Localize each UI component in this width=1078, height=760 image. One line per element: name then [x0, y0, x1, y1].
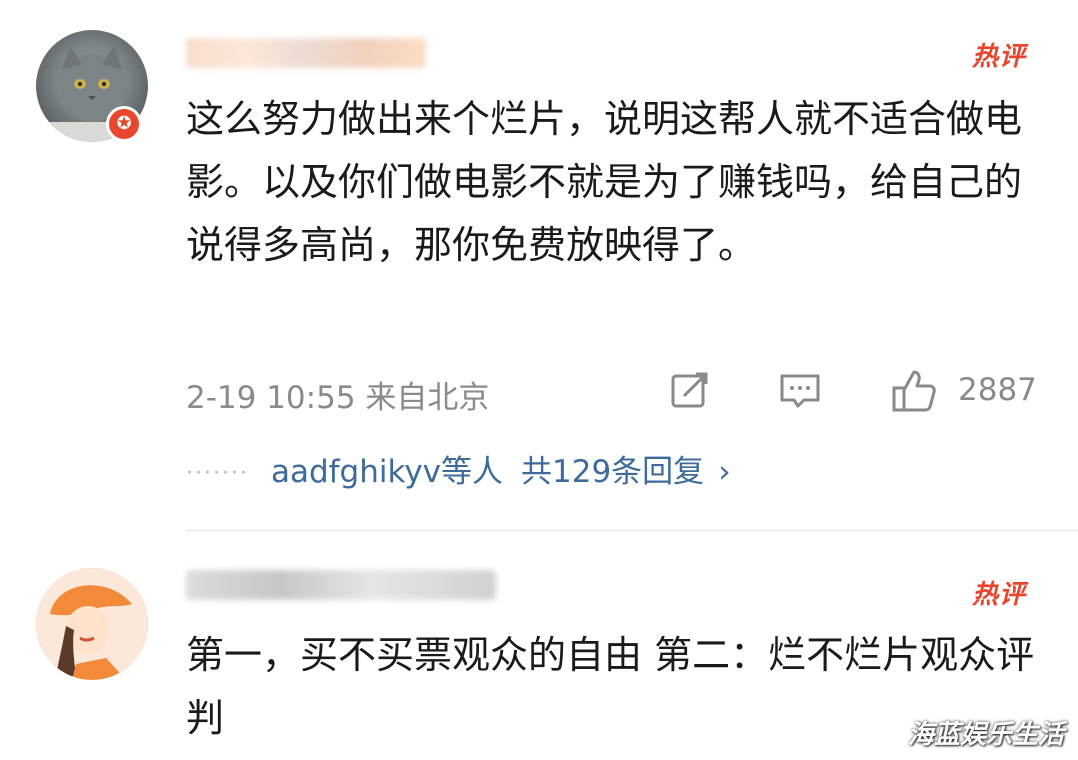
reply-suffix: 等人 — [441, 454, 504, 490]
reply-dots: ······· — [186, 461, 249, 486]
reply-count[interactable]: 共129条回复 — [521, 454, 704, 490]
thumbs-up-icon[interactable] — [890, 368, 938, 422]
hot-comment-badge: 热评 — [971, 580, 1026, 610]
username-blurred[interactable] — [186, 570, 496, 600]
comment-item: ✪ 热评 这么努力做出来个烂片，说明这帮人就不适合做电影。以及你们做电影不就是为… — [0, 0, 1078, 531]
reply-summary[interactable]: ······· aadfghikyv等人 共129条回复 › — [186, 446, 731, 490]
chevron-right-icon[interactable]: › — [718, 454, 730, 490]
divider — [186, 530, 1078, 531]
watermark: 海蓝娱乐生活 — [907, 720, 1064, 750]
avatar[interactable] — [36, 568, 148, 680]
illustrated-avatar-image — [36, 568, 148, 680]
share-icon[interactable] — [668, 368, 712, 420]
verified-badge-icon: ✪ — [106, 106, 142, 142]
reply-names[interactable]: aadfghikyv — [271, 454, 441, 490]
comment-reply-icon[interactable] — [778, 368, 822, 420]
username-blurred[interactable] — [186, 38, 426, 68]
comment-text: 这么努力做出来个烂片，说明这帮人就不适合做电影。以及你们做电影不就是为了赚钱吗，… — [186, 97, 1023, 267]
timestamp-location: 2-19 10:55 来自北京 — [186, 380, 490, 416]
comment-meta: 2-19 10:55 来自北京 2887 — [186, 368, 1046, 416]
hot-comment-badge: 热评 — [971, 42, 1026, 72]
like-count: 2887 — [958, 372, 1037, 408]
